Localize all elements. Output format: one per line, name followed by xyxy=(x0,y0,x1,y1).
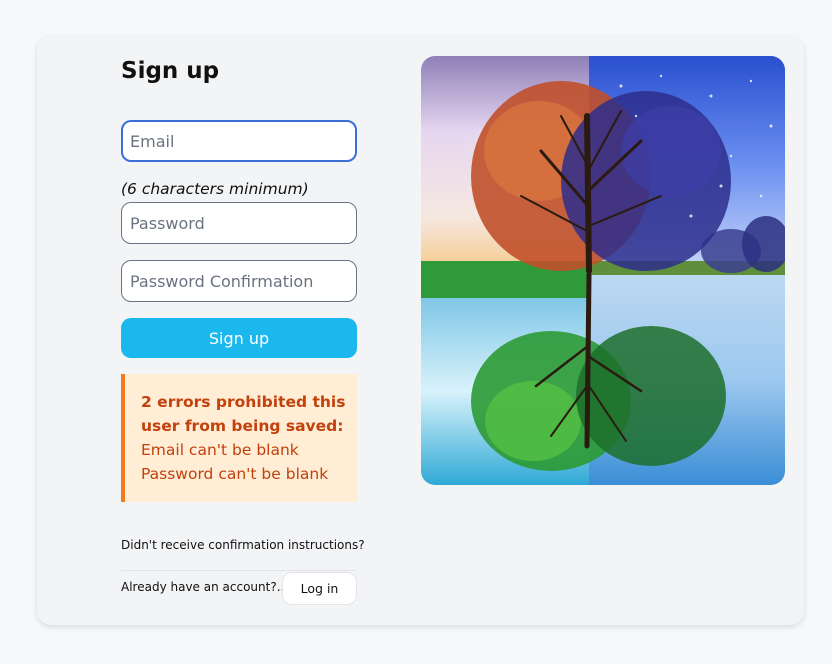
email-field[interactable] xyxy=(121,120,357,162)
password-field[interactable] xyxy=(121,202,357,244)
password-hint: (6 characters minimum) xyxy=(121,180,309,198)
error-message-password: Password can't be blank xyxy=(141,465,329,483)
divider xyxy=(121,570,357,571)
password-confirmation-field[interactable] xyxy=(121,260,357,302)
error-title: 2 errors prohibited this user from being… xyxy=(141,393,346,435)
log-in-button[interactable]: Log in xyxy=(282,572,357,605)
error-list: Email can't be blank Password can't be b… xyxy=(141,438,347,486)
four-seasons-tree-image xyxy=(421,56,785,485)
error-explanation: 2 errors prohibited this user from being… xyxy=(121,374,357,502)
sign-up-button[interactable]: Sign up xyxy=(121,318,357,358)
already-have-account-text: Already have an account?... xyxy=(121,580,289,594)
confirmation-instructions-link[interactable]: Didn't receive confirmation instructions… xyxy=(121,538,365,552)
error-message-email: Email can't be blank xyxy=(141,441,299,459)
page-title: Sign up xyxy=(121,58,220,84)
